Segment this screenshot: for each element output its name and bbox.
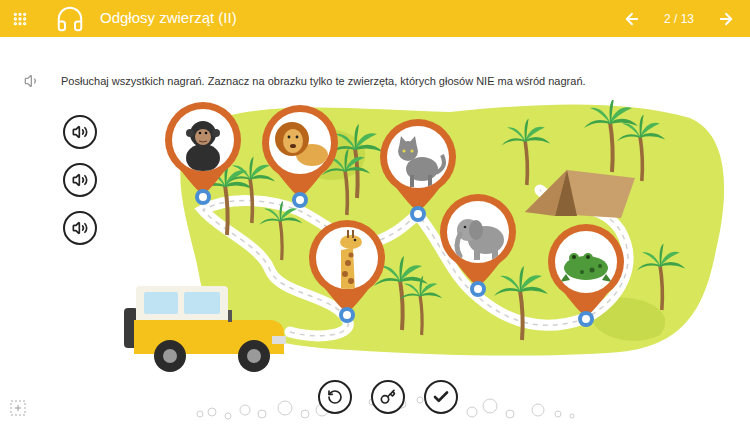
animal-pin[interactable] bbox=[438, 192, 518, 298]
pin-icon bbox=[260, 103, 340, 209]
palm-icon bbox=[502, 118, 551, 185]
recording-button[interactable] bbox=[63, 211, 97, 245]
animal-pin[interactable] bbox=[163, 100, 243, 206]
jeep-icon bbox=[122, 280, 292, 375]
undo-button[interactable] bbox=[318, 380, 352, 414]
arrow-right-icon bbox=[717, 10, 735, 28]
speaker-icon bbox=[24, 73, 40, 89]
key-button[interactable] bbox=[371, 380, 405, 414]
next-button[interactable] bbox=[714, 7, 738, 31]
animal-pin[interactable] bbox=[307, 218, 387, 324]
app: Odgłosy zwierząt (II) 2 / 13 Posłuchaj wsz… bbox=[0, 0, 750, 424]
animal-pin[interactable] bbox=[260, 103, 340, 209]
key-icon bbox=[380, 389, 396, 405]
elephant-icon bbox=[457, 219, 504, 260]
palm-icon bbox=[399, 276, 442, 335]
check-icon bbox=[432, 388, 450, 406]
chimpanzee-icon bbox=[186, 121, 220, 172]
prev-button[interactable] bbox=[620, 7, 644, 31]
grid-icon bbox=[12, 11, 28, 27]
title: Odgłosy zwierząt (II) bbox=[100, 9, 237, 28]
expand-button[interactable] bbox=[8, 398, 28, 418]
pin-icon bbox=[307, 218, 387, 324]
toolbar bbox=[0, 379, 750, 424]
arrow-left-icon bbox=[623, 10, 641, 28]
safari-map bbox=[120, 100, 730, 375]
check-button[interactable] bbox=[424, 380, 458, 414]
page-counter: 2 / 13 bbox=[664, 10, 694, 28]
tent-icon bbox=[525, 170, 635, 218]
menu-button[interactable] bbox=[11, 10, 29, 28]
lion-icon bbox=[275, 122, 328, 166]
instruction-speaker[interactable] bbox=[23, 73, 41, 89]
palm-icon bbox=[259, 201, 302, 260]
palm-icon bbox=[617, 114, 666, 181]
speaker-icon bbox=[72, 220, 88, 236]
giraffe-icon bbox=[340, 230, 362, 290]
cat-icon bbox=[398, 136, 444, 187]
recordings bbox=[0, 100, 120, 375]
undo-icon bbox=[327, 389, 343, 405]
animal-pin[interactable] bbox=[546, 222, 626, 328]
speaker-icon bbox=[72, 172, 88, 188]
recording-button[interactable] bbox=[63, 115, 97, 149]
recording-button[interactable] bbox=[63, 163, 97, 197]
headphones-icon bbox=[55, 4, 85, 34]
expand-icon bbox=[10, 400, 26, 416]
speaker-icon bbox=[72, 124, 88, 140]
frog-icon bbox=[560, 253, 612, 282]
instruction-row: Posłuchaj wszystkich nagrań. Zaznacz na … bbox=[0, 37, 750, 89]
instruction: Posłuchaj wszystkich nagrań. Zaznacz na … bbox=[61, 74, 586, 88]
pin-icon bbox=[438, 192, 518, 298]
palm-icon bbox=[637, 243, 686, 310]
pin-icon bbox=[163, 100, 243, 206]
pin-icon bbox=[546, 222, 626, 328]
header-bar: Odgłosy zwierząt (II) 2 / 13 bbox=[0, 0, 750, 37]
